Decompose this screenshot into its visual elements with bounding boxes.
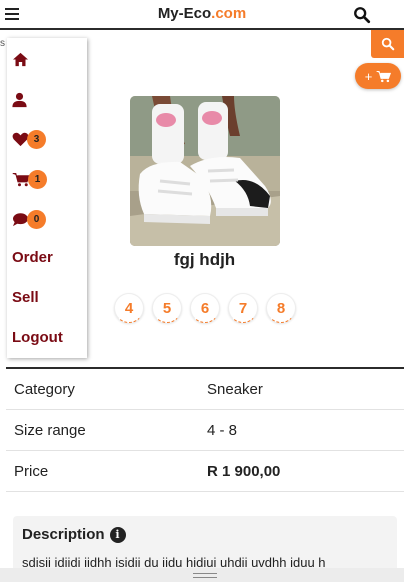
cart-count-badge: 1 bbox=[28, 170, 47, 189]
menu-item-cart[interactable]: 1 bbox=[12, 170, 47, 189]
size-option[interactable]: 4 bbox=[114, 293, 144, 323]
user-icon bbox=[12, 92, 27, 108]
menu-item-messages[interactable]: 0 bbox=[12, 210, 46, 229]
detail-key-category: Category bbox=[14, 381, 75, 398]
side-menu: 3 1 0 Order Sell Logout bbox=[7, 38, 87, 358]
description-title: Description bbox=[22, 526, 105, 543]
size-option[interactable]: 5 bbox=[152, 293, 182, 323]
detail-value-price: R 1 900,00 bbox=[207, 463, 281, 480]
detail-key-price: Price bbox=[14, 463, 49, 480]
menu-label-sell: Sell bbox=[12, 289, 39, 306]
add-to-cart-button[interactable]: + bbox=[355, 63, 401, 89]
stray-text: s bbox=[0, 38, 5, 49]
floating-search-button[interactable] bbox=[371, 30, 404, 58]
wishlist-count-badge: 3 bbox=[27, 130, 46, 149]
table-row: Category Sneaker bbox=[6, 369, 404, 410]
plus-label: + bbox=[364, 68, 373, 84]
product-details-table: Category Sneaker Size range 4 - 8 Price … bbox=[6, 367, 404, 492]
detail-value-category: Sneaker bbox=[207, 381, 263, 398]
menu-item-home[interactable] bbox=[12, 52, 29, 67]
size-option[interactable]: 7 bbox=[228, 293, 258, 323]
table-row: Price R 1 900,00 bbox=[6, 451, 404, 492]
brand-logo[interactable]: My-Eco.com bbox=[0, 5, 404, 22]
grip-icon bbox=[193, 573, 217, 578]
menu-item-wishlist[interactable]: 3 bbox=[12, 130, 46, 149]
size-option[interactable]: 6 bbox=[190, 293, 220, 323]
home-icon bbox=[13, 52, 28, 67]
search-icon bbox=[381, 37, 394, 51]
menu-label-logout: Logout bbox=[12, 329, 63, 346]
search-icon[interactable] bbox=[353, 6, 371, 24]
menu-item-logout[interactable]: Logout bbox=[12, 329, 63, 346]
description-heading: Description i bbox=[22, 526, 126, 543]
menu-item-sell[interactable]: Sell bbox=[12, 289, 39, 306]
messages-count-badge: 0 bbox=[27, 210, 46, 229]
detail-key-size-range: Size range bbox=[14, 422, 86, 439]
brand-domain: .com bbox=[211, 5, 247, 22]
detail-value-size-range: 4 - 8 bbox=[207, 422, 238, 439]
top-bar: My-Eco.com bbox=[0, 0, 404, 30]
size-option[interactable]: 8 bbox=[266, 293, 296, 323]
product-name: fgj hdjh bbox=[173, 250, 236, 269]
bottom-drag-handle[interactable] bbox=[0, 568, 404, 582]
cart-icon bbox=[376, 70, 392, 82]
menu-item-profile[interactable] bbox=[12, 92, 27, 108]
product-image[interactable] bbox=[130, 96, 280, 246]
info-icon[interactable]: i bbox=[109, 526, 126, 543]
table-row: Size range 4 - 8 bbox=[6, 410, 404, 451]
size-selector: 4 5 6 7 8 bbox=[114, 293, 296, 323]
brand-name: My-Eco bbox=[157, 5, 212, 22]
